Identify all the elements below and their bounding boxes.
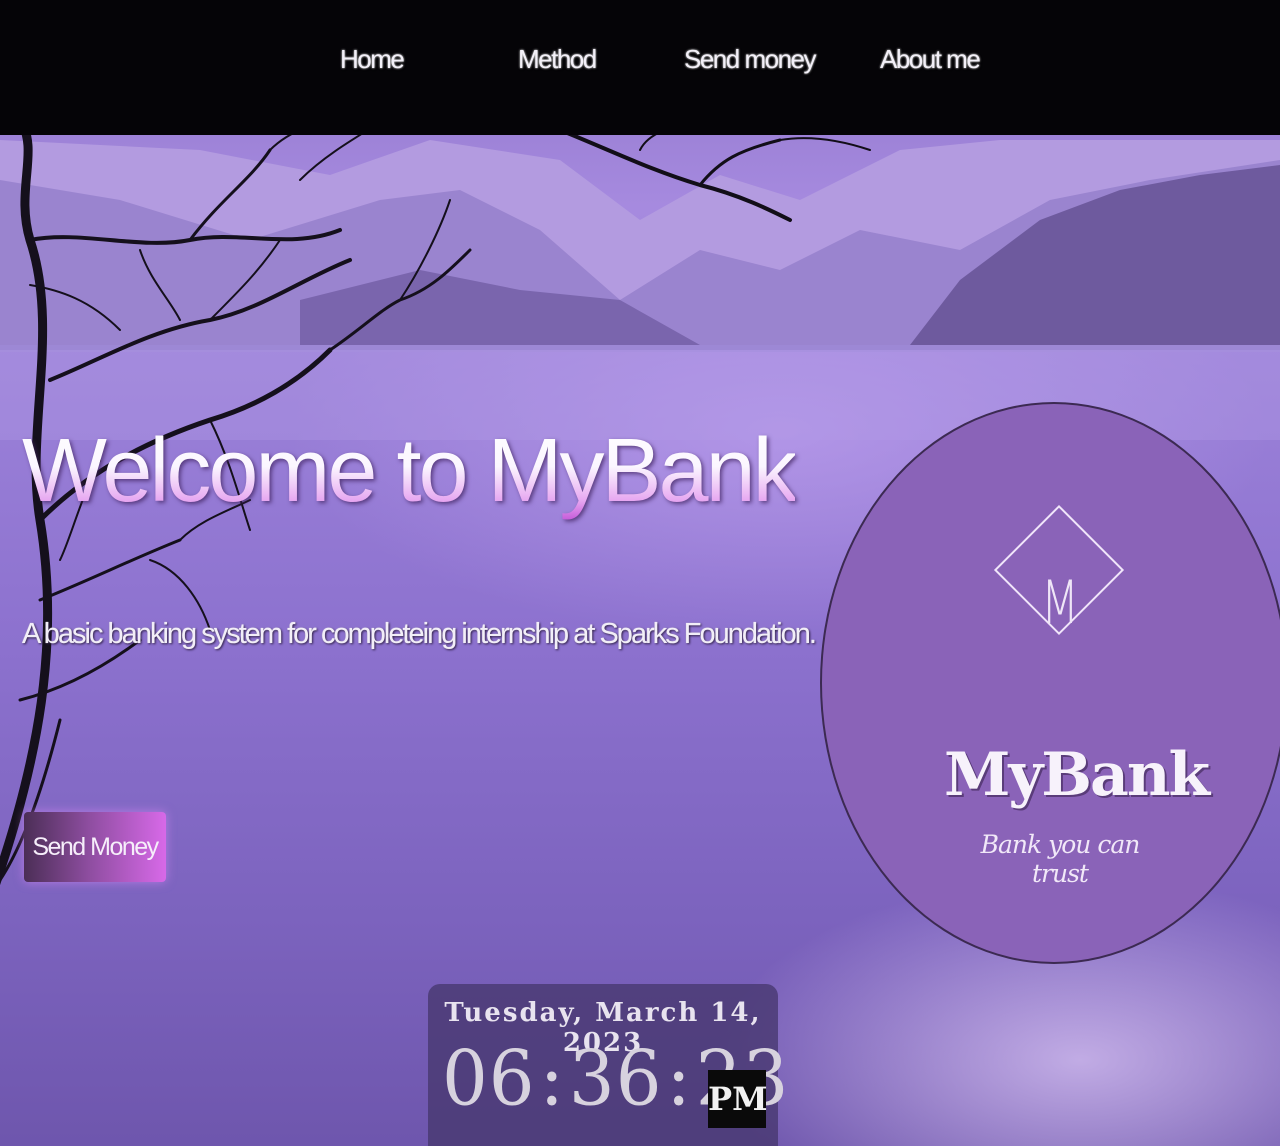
nav-about-me-link[interactable]: About me: [880, 44, 981, 75]
clock-period: PM: [708, 1070, 767, 1128]
logo-tagline: Bank you can trust: [980, 830, 1141, 888]
logo-name: MyBank: [944, 740, 1210, 810]
logo-monogram: M: [1041, 569, 1079, 638]
clock-separator: :: [666, 1033, 692, 1123]
nav-method-link[interactable]: Method: [518, 44, 597, 75]
clock-minutes: 36: [568, 1033, 663, 1123]
clock-hours: 06: [442, 1033, 536, 1123]
hero-title: Welcome to MyBank: [22, 421, 798, 521]
top-navbar: Home Method Send money About me: [0, 0, 1280, 135]
hero-subtitle: A basic banking system for completeing i…: [22, 618, 817, 650]
nav-home-link[interactable]: Home: [340, 44, 405, 75]
clock-separator: :: [539, 1033, 565, 1123]
nav-send-money-link[interactable]: Send money: [684, 44, 816, 75]
send-money-button[interactable]: Send Money: [24, 812, 166, 882]
